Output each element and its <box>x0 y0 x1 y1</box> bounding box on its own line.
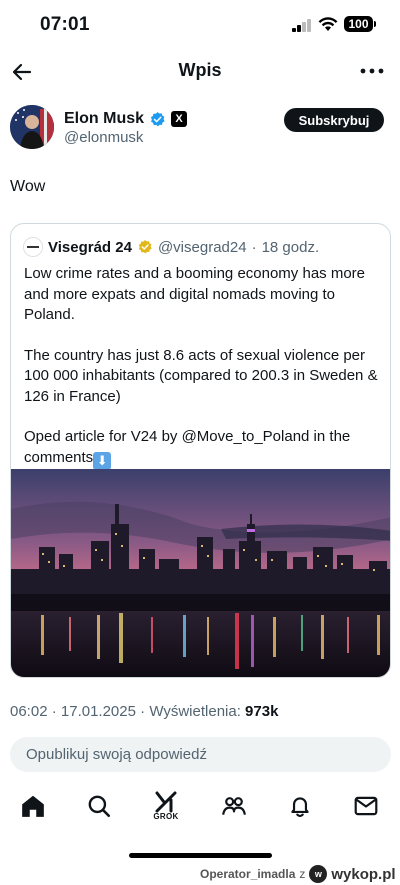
tab-notifications[interactable] <box>285 791 315 821</box>
home-indicator <box>129 853 272 858</box>
verified-gold-badge-icon <box>138 240 152 254</box>
grok-label: GROK <box>153 812 179 821</box>
subscribe-button[interactable]: Subskrybuj <box>284 108 384 132</box>
post-date: 17.01.2025 <box>60 703 136 720</box>
battery-indicator: 100 <box>344 16 373 32</box>
quoted-post-text: Low crime rates and a booming economy ha… <box>24 264 384 470</box>
author-avatar[interactable] <box>10 105 54 149</box>
tab-messages[interactable] <box>351 791 381 821</box>
separator-dot: · <box>140 703 146 720</box>
verified-badge-icon <box>150 111 165 126</box>
grok-icon <box>155 791 177 813</box>
watermark-site: wykop.pl <box>331 865 396 883</box>
views-count[interactable]: 973k <box>245 703 278 720</box>
tab-search[interactable] <box>84 791 114 821</box>
cellular-signal-icon <box>292 19 312 32</box>
page-title: Wpis <box>178 60 222 80</box>
tab-grok[interactable]: GROK <box>151 791 181 821</box>
wifi-icon <box>318 17 338 31</box>
post-time: 06:02 <box>10 703 48 720</box>
author-name[interactable]: Elon Musk <box>64 110 144 128</box>
down-arrow-emoji-icon: ⬇ <box>93 451 112 470</box>
more-horizontal-icon[interactable] <box>360 68 384 74</box>
home-icon <box>22 795 44 817</box>
wykop-logo-icon: w <box>309 865 328 883</box>
author-handle[interactable]: @elonmusk <box>64 129 143 146</box>
messages-icon <box>354 796 378 816</box>
quoted-author-avatar <box>23 237 43 257</box>
watermark: Operator_imadla z w wykop.pl <box>200 864 396 884</box>
quoted-author-handle: @visegrad24 <box>157 238 247 256</box>
status-bar: 07:01 100 <box>0 0 400 50</box>
battery-tip <box>374 21 376 27</box>
author-name-row: Elon Musk X <box>64 108 188 130</box>
x-affiliate-badge: X <box>171 111 188 127</box>
city-skyline-image[interactable] <box>11 469 390 677</box>
quoted-paragraph: The country has just 8.6 acts of sexual … <box>24 346 378 405</box>
tab-communities[interactable] <box>219 791 249 821</box>
separator-dot: · <box>51 703 57 720</box>
quoted-paragraph-text: Oped article for V24 by @Move_to_Poland … <box>24 428 351 466</box>
bottom-tab-bar: GROK <box>0 785 400 830</box>
post-meta: 06:02 · 17.01.2025 · Wyświetlenia: 973k <box>10 703 278 720</box>
quoted-post-time: 18 godz. <box>261 238 320 256</box>
quoted-post-header: Visegrád 24 @visegrad24 · 18 godz. <box>23 236 319 258</box>
watermark-user: Operator_imadla <box>200 867 296 881</box>
reply-input[interactable] <box>10 737 391 772</box>
watermark-connector: z <box>299 867 306 881</box>
communities-icon <box>222 797 246 815</box>
status-time: 07:01 <box>40 14 90 35</box>
quoted-paragraph: Oped article for V24 by @Move_to_Poland … <box>24 427 384 470</box>
search-icon <box>88 795 111 818</box>
post-text: Wow <box>10 178 46 195</box>
separator-dot: · <box>251 238 257 256</box>
tab-home[interactable] <box>18 791 48 821</box>
quoted-author-name: Visegrád 24 <box>48 238 132 256</box>
notifications-icon <box>291 797 309 818</box>
quoted-paragraph: Low crime rates and a booming economy ha… <box>24 265 366 323</box>
top-nav: Wpis <box>0 50 400 94</box>
views-label: Wyświetlenia: <box>149 703 241 720</box>
quoted-post-card[interactable]: Visegrád 24 @visegrad24 · 18 godz. Low c… <box>10 223 391 678</box>
